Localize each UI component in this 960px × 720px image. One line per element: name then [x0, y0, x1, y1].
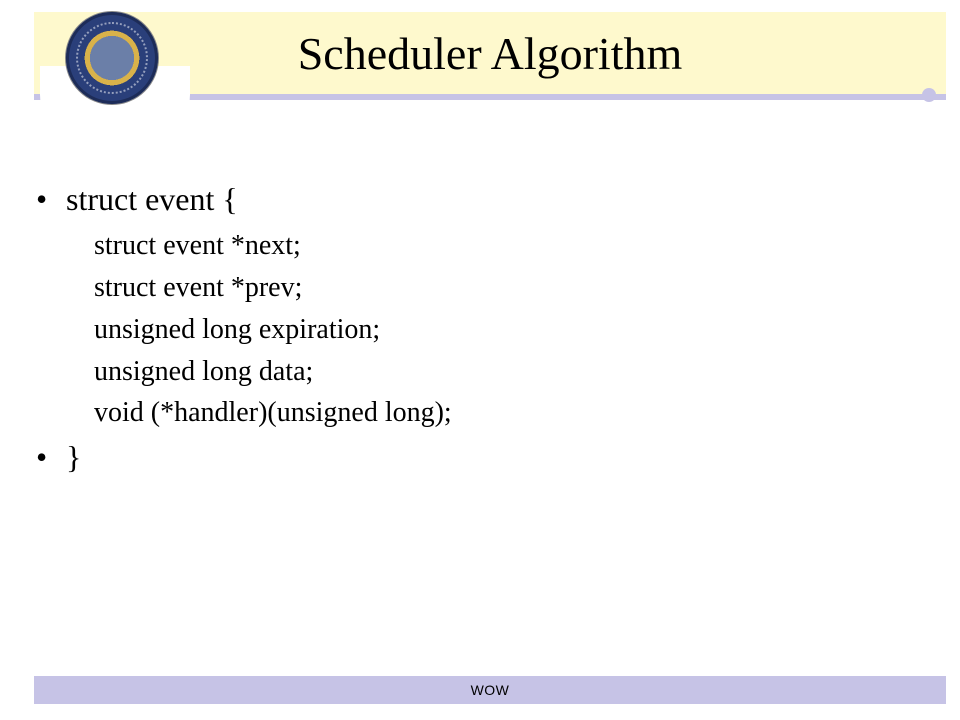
code-line: unsigned long expiration; [32, 311, 920, 349]
decorative-dot [922, 88, 936, 102]
code-line: void (*handler)(unsigned long); [32, 394, 920, 432]
slide: Scheduler Algorithm struct event { struc… [0, 0, 960, 720]
footer-band: WOW [34, 676, 946, 704]
logo-area [52, 6, 182, 154]
bullet-struct-open: struct event { [32, 178, 920, 221]
code-line: struct event *next; [32, 227, 920, 265]
code-line: unsigned long data; [32, 353, 920, 391]
university-seal-icon [66, 12, 158, 104]
footer-label: WOW [471, 682, 510, 698]
bullet-struct-close: } [32, 436, 920, 479]
code-line: struct event *prev; [32, 269, 920, 307]
slide-body: struct event { struct event *next; struc… [32, 178, 920, 485]
page-title: Scheduler Algorithm [298, 27, 683, 80]
